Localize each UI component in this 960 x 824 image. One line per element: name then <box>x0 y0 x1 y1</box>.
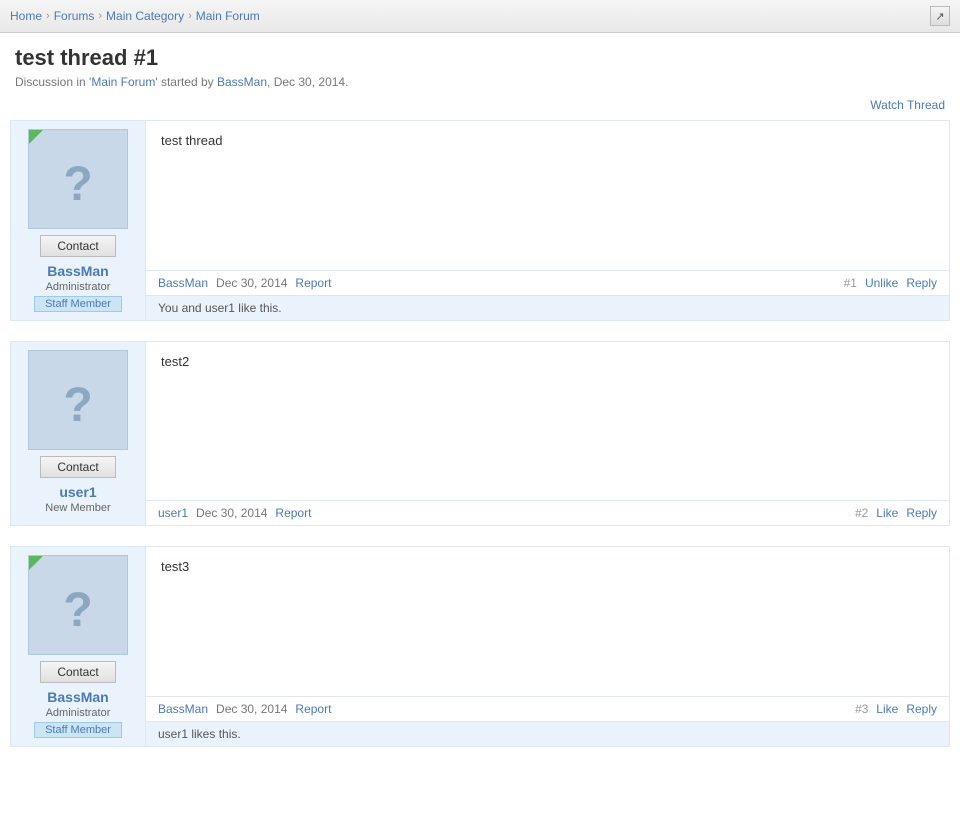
likes-bar: You and user1 like this. <box>146 295 949 320</box>
post-footer-1: BassMan Dec 30, 2014 Report #1 Unlike Re… <box>146 270 949 295</box>
post-body-1: test thread <box>146 121 949 270</box>
post-actions-3: #3 Like Reply <box>855 702 937 716</box>
post-sidebar-2: ? Contact user1 New Member <box>11 342 146 525</box>
action-reply[interactable]: Reply <box>906 506 937 520</box>
breadcrumb-main-category[interactable]: Main Category <box>106 9 184 23</box>
page-header: test thread #1 Discussion in 'Main Forum… <box>0 33 960 93</box>
post-sidebar-3: ? Contact BassMan Administrator Staff Me… <box>11 547 146 746</box>
breadcrumb: Home › Forums › Main Category › Main For… <box>0 0 960 33</box>
breadcrumb-home[interactable]: Home <box>10 9 42 23</box>
post-number-2: #2 <box>855 506 868 520</box>
user-role-2: New Member <box>45 502 110 514</box>
post-date-3: Dec 30, 2014 <box>216 702 287 716</box>
watch-thread-bar: Watch Thread <box>0 93 960 120</box>
post-number-1: #1 <box>844 276 857 290</box>
breadcrumb-sep-3: › <box>188 10 192 22</box>
page-title: test thread #1 <box>15 45 945 71</box>
post-date-2: Dec 30, 2014 <box>196 506 267 520</box>
post-footer-2: user1 Dec 30, 2014 Report #2 Like Reply <box>146 500 949 525</box>
post-author-link-2[interactable]: user1 <box>158 506 188 520</box>
post-content-2: test2 user1 Dec 30, 2014 Report #2 Like … <box>146 342 949 525</box>
avatar-placeholder: ? <box>63 583 92 638</box>
watch-thread-button[interactable]: Watch Thread <box>870 98 945 112</box>
avatar-1: ? <box>28 129 128 229</box>
action-reply[interactable]: Reply <box>906 276 937 290</box>
online-badge <box>29 130 43 144</box>
contact-button-3[interactable]: Contact <box>40 661 115 683</box>
breadcrumb-sep-1: › <box>46 10 50 22</box>
post-meta-2: user1 Dec 30, 2014 Report <box>158 506 311 520</box>
avatar-placeholder: ? <box>63 157 92 212</box>
post-date-1: Dec 30, 2014 <box>216 276 287 290</box>
username-3[interactable]: BassMan <box>47 689 108 705</box>
contact-button-1[interactable]: Contact <box>40 235 115 257</box>
post-body-3: test3 <box>146 547 949 696</box>
post-meta-3: BassMan Dec 30, 2014 Report <box>158 702 331 716</box>
external-link-icon[interactable]: ↗ <box>930 6 950 26</box>
user-role-1: Administrator <box>46 281 111 293</box>
action-like[interactable]: Like <box>876 702 898 716</box>
post-body-2: test2 <box>146 342 949 500</box>
action-like[interactable]: Like <box>876 506 898 520</box>
subtitle-forum-link[interactable]: Main Forum <box>91 75 155 89</box>
avatar-3: ? <box>28 555 128 655</box>
contact-button-2[interactable]: Contact <box>40 456 115 478</box>
page-subtitle: Discussion in 'Main Forum' started by Ba… <box>15 75 945 89</box>
post-2: ? Contact user1 New Member test2 user1 D… <box>10 341 950 526</box>
staff-badge: Staff Member <box>34 722 122 738</box>
post-meta-1: BassMan Dec 30, 2014 Report <box>158 276 331 290</box>
username-2[interactable]: user1 <box>59 484 96 500</box>
staff-badge: Staff Member <box>34 296 122 312</box>
breadcrumb-forums[interactable]: Forums <box>54 9 95 23</box>
avatar-2: ? <box>28 350 128 450</box>
post-report-3[interactable]: Report <box>295 702 331 716</box>
post-actions-1: #1 Unlike Reply <box>844 276 937 290</box>
post-3: ? Contact BassMan Administrator Staff Me… <box>10 546 950 747</box>
post-content-3: test3 BassMan Dec 30, 2014 Report #3 Lik… <box>146 547 949 746</box>
post-content-1: test thread BassMan Dec 30, 2014 Report … <box>146 121 949 320</box>
subtitle-suffix: ' started by <box>155 75 217 89</box>
post-author-link-3[interactable]: BassMan <box>158 702 208 716</box>
action-reply[interactable]: Reply <box>906 702 937 716</box>
subtitle-date: , Dec 30, 2014. <box>267 75 348 89</box>
subtitle-user-link[interactable]: BassMan <box>217 75 267 89</box>
username-1[interactable]: BassMan <box>47 263 108 279</box>
post-report-2[interactable]: Report <box>275 506 311 520</box>
post-sidebar-1: ? Contact BassMan Administrator Staff Me… <box>11 121 146 320</box>
action-unlike[interactable]: Unlike <box>865 276 898 290</box>
post-1: ? Contact BassMan Administrator Staff Me… <box>10 120 950 321</box>
user-role-3: Administrator <box>46 707 111 719</box>
online-badge <box>29 556 43 570</box>
breadcrumb-sep-2: › <box>98 10 102 22</box>
posts-area: ? Contact BassMan Administrator Staff Me… <box>0 120 960 747</box>
avatar-placeholder: ? <box>63 378 92 433</box>
subtitle-prefix: Discussion in ' <box>15 75 91 89</box>
post-number-3: #3 <box>855 702 868 716</box>
post-actions-2: #2 Like Reply <box>855 506 937 520</box>
post-footer-3: BassMan Dec 30, 2014 Report #3 Like Repl… <box>146 696 949 721</box>
post-report-1[interactable]: Report <box>295 276 331 290</box>
likes-bar: user1 likes this. <box>146 721 949 746</box>
post-author-link-1[interactable]: BassMan <box>158 276 208 290</box>
breadcrumb-main-forum[interactable]: Main Forum <box>196 9 260 23</box>
